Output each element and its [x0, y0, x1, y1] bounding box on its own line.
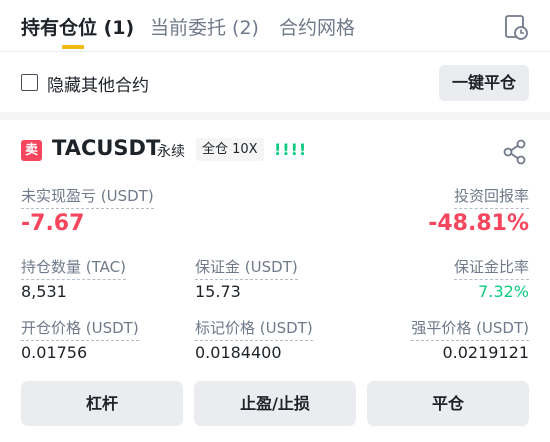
adl-signal-icon: !!!!: [274, 140, 308, 159]
unrealized-pnl-label[interactable]: 未实现盈亏 (USDT): [21, 185, 154, 209]
margin-leverage-tag[interactable]: 全仓 10X: [196, 138, 264, 161]
side-badge: 卖: [21, 140, 42, 161]
position-tabs: 持有仓位 (1) 当前委托 (2) 合约网格: [0, 0, 550, 52]
margin-value: 15.73: [195, 282, 241, 301]
tab-open-orders[interactable]: 当前委托 (2): [150, 13, 259, 40]
active-tab-indicator: [62, 45, 84, 49]
roe-value: -48.81%: [428, 211, 529, 236]
history-icon[interactable]: [503, 13, 529, 41]
close-position-button[interactable]: 平仓: [367, 381, 529, 426]
margin-ratio-value: 7.32%: [478, 282, 529, 301]
close-all-button[interactable]: 一键平仓: [439, 65, 529, 101]
hide-other-checkbox[interactable]: [21, 74, 38, 91]
entry-price-label[interactable]: 开仓价格 (USDT): [21, 317, 139, 341]
filter-row: 隐藏其他合约 一键平仓: [0, 52, 550, 112]
tab-positions[interactable]: 持有仓位 (1): [21, 13, 134, 40]
hide-other-label[interactable]: 隐藏其他合约: [47, 71, 149, 96]
position-size-label[interactable]: 持仓数量 (TAC): [21, 256, 126, 280]
position-header: 卖 TACUSDT 永续 全仓 10X !!!!: [0, 134, 550, 170]
margin-ratio-label[interactable]: 保证金比率: [453, 256, 529, 280]
mark-price-label[interactable]: 标记价格 (USDT): [195, 317, 313, 341]
liquidation-price-value: 0.0219121: [442, 343, 529, 362]
share-icon[interactable]: [502, 138, 528, 166]
contract-type-tag: 永续: [157, 144, 185, 160]
mark-price-value: 0.0184400: [195, 343, 282, 362]
position-size-value: 8,531: [21, 282, 67, 301]
entry-price-value: 0.01756: [21, 343, 88, 362]
position-symbol[interactable]: TACUSDT: [52, 136, 160, 160]
liquidation-price-label[interactable]: 强平价格 (USDT): [411, 317, 529, 341]
section-divider: [0, 112, 550, 120]
roe-label[interactable]: 投资回报率: [453, 185, 529, 209]
margin-label[interactable]: 保证金 (USDT): [195, 256, 298, 280]
unrealized-pnl-value: -7.67: [21, 211, 85, 236]
leverage-button[interactable]: 杠杆: [21, 381, 183, 426]
tab-grid[interactable]: 合约网格: [279, 13, 355, 40]
tp-sl-button[interactable]: 止盈/止损: [194, 381, 356, 426]
